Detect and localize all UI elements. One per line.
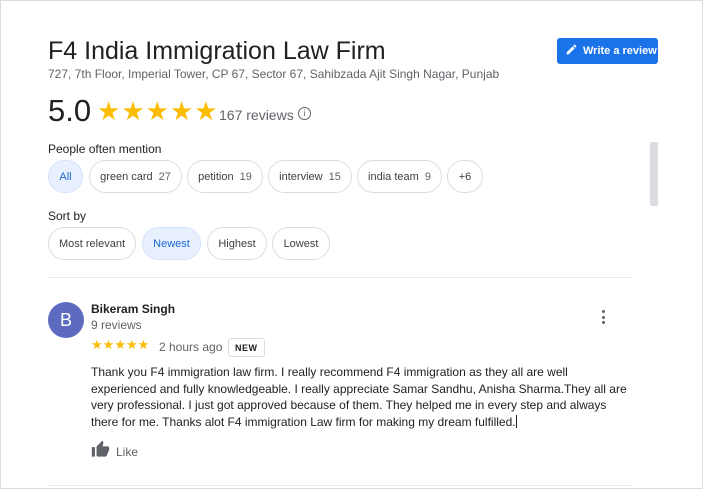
reviewer-review-count: 9 reviews (91, 318, 142, 332)
write-review-button[interactable]: Write a review (557, 38, 658, 64)
star-icon: ★ (194, 96, 218, 126)
info-icon[interactable]: i (298, 107, 311, 120)
chip-label: green card (100, 170, 153, 183)
sort-label: Sort by (48, 209, 87, 223)
sort-lowest[interactable]: Lowest (272, 227, 330, 260)
text-cursor (515, 414, 517, 428)
write-review-label: Write a review (583, 45, 657, 57)
star-icon: ★ (97, 96, 121, 126)
new-badge: NEW (228, 338, 265, 357)
star-icon: ★ (121, 96, 145, 126)
like-label: Like (116, 445, 139, 459)
mention-chip-petition[interactable]: petition 19 (187, 160, 263, 193)
place-address: 727, 7th Floor, Imperial Tower, CP 67, S… (48, 67, 500, 81)
chip-label: All (59, 170, 72, 183)
review-count: 167 reviews (219, 107, 294, 123)
chip-label: india team (368, 170, 419, 183)
mention-chip-interview[interactable]: interview 15 (268, 160, 352, 193)
chip-count: 27 (158, 170, 171, 183)
star-icon: ★ (125, 337, 138, 352)
star-icon: ★ (102, 337, 115, 352)
place-title: F4 India Immigration Law Firm (48, 37, 386, 65)
average-rating: 5.0 (48, 93, 92, 128)
mention-chip-green-card[interactable]: green card 27 (89, 160, 182, 193)
mention-chip-all[interactable]: All (48, 160, 83, 193)
chip-count: 9 (424, 170, 431, 183)
divider (48, 485, 633, 486)
star-icon: ★ (91, 337, 103, 352)
star-icon: ★ (169, 96, 194, 126)
scrollbar-thumb[interactable] (650, 142, 658, 206)
sort-option-label: Most relevant (58, 237, 126, 250)
mention-chip-more[interactable]: +6 (447, 160, 483, 193)
like-button[interactable]: Like (91, 440, 138, 464)
sort-highest[interactable]: Highest (207, 227, 267, 260)
chip-count: 15 (328, 170, 341, 183)
mention-chip-india-team[interactable]: india team 9 (357, 160, 442, 193)
review-star-rating: ★ ★ ★ ★ ★ (91, 338, 149, 352)
avatar[interactable]: B (48, 302, 84, 338)
reviewer-name[interactable]: Bikeram Singh (91, 302, 175, 316)
chip-label: interview (279, 170, 323, 183)
chip-label: +6 (458, 170, 472, 183)
star-icon: ★ (145, 96, 169, 126)
sort-most-relevant[interactable]: Most relevant (48, 227, 136, 260)
review-text: Thank you F4 immigration law firm. I rea… (91, 365, 627, 429)
reviews-panel: F4 India Immigration Law Firm 727, 7th F… (0, 0, 703, 489)
star-icon: ★ (137, 337, 150, 352)
star-icon: ★ (114, 337, 126, 352)
chip-label: petition (198, 170, 234, 183)
divider (48, 277, 633, 278)
review-time: 2 hours ago (159, 340, 223, 354)
mentions-label: People often mention (48, 142, 162, 156)
more-vert-icon[interactable] (597, 309, 609, 325)
thumbs-up-icon (91, 440, 110, 464)
sort-option-label: Lowest (283, 237, 319, 250)
sort-option-label: Highest (218, 237, 256, 250)
sort-option-label: Newest (153, 237, 190, 250)
pencil-icon (565, 43, 578, 59)
sort-newest[interactable]: Newest (142, 227, 201, 260)
review-text-block: Thank you F4 immigration law firm. I rea… (91, 364, 636, 430)
average-star-rating: ★ ★ ★ ★ ★ (97, 98, 218, 124)
chip-count: 19 (239, 170, 252, 183)
